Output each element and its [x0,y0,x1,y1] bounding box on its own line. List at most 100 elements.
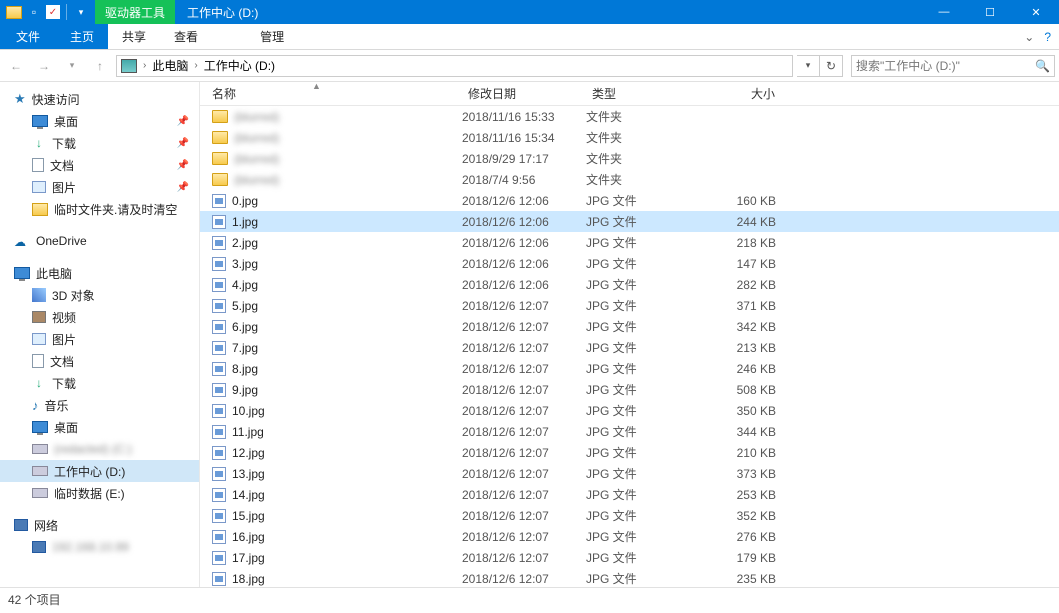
status-count: 42 个项目 [8,591,61,608]
file-size: 350 KB [702,404,782,418]
breadcrumb-current[interactable]: 工作中心 (D:) [204,57,275,74]
qat-checked-icon[interactable]: ✓ [46,5,60,19]
sidebar-item[interactable]: 192.168.10.99 [0,536,199,558]
file-row[interactable]: 0.jpg 2018/12/6 12:06 JPG 文件 160 KB [200,190,1059,211]
sidebar-thispc[interactable]: 此电脑 [0,262,199,284]
search-icon[interactable]: 🔍 [1035,59,1050,73]
context-tab-drive-tools[interactable]: 驱动器工具 [95,0,175,24]
column-headers: ▲ 名称 修改日期 类型 大小 [200,82,1059,106]
sidebar-item[interactable]: 图片📌 [0,176,199,198]
sidebar-item[interactable]: ↓下载 [0,372,199,394]
back-button[interactable]: ← [4,54,28,78]
sidebar-item[interactable]: 工作中心 (D:) [0,460,199,482]
file-date: 2018/12/6 12:07 [462,404,586,418]
tab-view[interactable]: 查看 [160,24,212,49]
file-row[interactable]: 5.jpg 2018/12/6 12:07 JPG 文件 371 KB [200,295,1059,316]
tab-share[interactable]: 共享 [108,24,160,49]
file-type: JPG 文件 [586,297,702,314]
file-name: 9.jpg [232,383,258,397]
sidebar-network[interactable]: 网络 [0,514,199,536]
folder-icon [212,152,228,165]
file-list[interactable]: (blurred) 2018/11/16 15:33 文件夹 (blurred)… [200,106,1059,589]
file-row[interactable]: 12.jpg 2018/12/6 12:07 JPG 文件 210 KB [200,442,1059,463]
sidebar-quick-access[interactable]: ★ 快速访问 [0,88,199,110]
file-row[interactable]: 13.jpg 2018/12/6 12:07 JPG 文件 373 KB [200,463,1059,484]
forward-button[interactable]: → [32,54,56,78]
window-title: 工作中心 (D:) [175,4,270,21]
file-row[interactable]: 8.jpg 2018/12/6 12:07 JPG 文件 246 KB [200,358,1059,379]
sidebar-item[interactable]: 3D 对象 [0,284,199,306]
file-size: 508 KB [702,383,782,397]
sidebar-item-label: 桌面 [54,113,78,130]
file-row[interactable]: 18.jpg 2018/12/6 12:07 JPG 文件 235 KB [200,568,1059,589]
col-header-type[interactable]: 类型 [586,82,702,105]
sidebar-item[interactable]: 文档📌 [0,154,199,176]
pin-icon: 📌 [177,116,189,127]
sidebar-item[interactable]: 桌面 [0,416,199,438]
breadcrumb-thispc[interactable]: 此电脑 [152,57,188,74]
sidebar-item-label: 文档 [50,157,74,174]
qat-dropdown-icon[interactable]: ▾ [73,4,89,20]
file-date: 2018/11/16 15:33 [462,110,586,124]
file-size: 344 KB [702,425,782,439]
maximize-button[interactable]: ☐ [967,0,1013,24]
minimize-button[interactable]: ― [921,0,967,24]
file-name: 18.jpg [232,572,265,586]
tab-manage[interactable]: 管理 [246,24,298,49]
file-date: 2018/12/6 12:07 [462,320,586,334]
file-row[interactable]: (blurred) 2018/9/29 17:17 文件夹 [200,148,1059,169]
sidebar-item[interactable]: ↓下载📌 [0,132,199,154]
file-row[interactable]: 2.jpg 2018/12/6 12:06 JPG 文件 218 KB [200,232,1059,253]
explorer-icon [6,4,22,20]
file-row[interactable]: 17.jpg 2018/12/6 12:07 JPG 文件 179 KB [200,547,1059,568]
file-date: 2018/12/6 12:07 [462,341,586,355]
file-row[interactable]: 7.jpg 2018/12/6 12:07 JPG 文件 213 KB [200,337,1059,358]
up-button[interactable]: ↑ [88,54,112,78]
window-controls: ― ☐ ✕ [921,0,1059,24]
file-row[interactable]: 15.jpg 2018/12/6 12:07 JPG 文件 352 KB [200,505,1059,526]
qat-btn-1[interactable]: ▫ [26,4,42,20]
file-tab[interactable]: 文件 [0,24,56,49]
sidebar-item-label: 临时数据 (E:) [54,485,125,502]
help-icon[interactable]: ? [1044,30,1051,44]
file-row[interactable]: 3.jpg 2018/12/6 12:06 JPG 文件 147 KB [200,253,1059,274]
refresh-button[interactable]: ↻ [820,55,843,77]
sidebar-item[interactable]: 临时文件夹.请及时清空 [0,198,199,220]
file-row[interactable]: 6.jpg 2018/12/6 12:07 JPG 文件 342 KB [200,316,1059,337]
sidebar-item[interactable]: 图片 [0,328,199,350]
search-box[interactable]: 搜索"工作中心 (D:)" 🔍 [851,55,1055,77]
file-row[interactable]: (blurred) 2018/11/16 15:34 文件夹 [200,127,1059,148]
sidebar-item[interactable]: 视频 [0,306,199,328]
file-date: 2018/12/6 12:07 [462,509,586,523]
file-date: 2018/12/6 12:06 [462,194,586,208]
download-icon: ↓ [32,376,46,390]
file-row[interactable]: 9.jpg 2018/12/6 12:07 JPG 文件 508 KB [200,379,1059,400]
file-row[interactable]: 1.jpg 2018/12/6 12:06 JPG 文件 244 KB [200,211,1059,232]
col-header-name[interactable]: 名称 [200,82,462,105]
sidebar-item[interactable]: 桌面 📌 [0,110,199,132]
recent-dropdown-icon[interactable]: ▾ [60,54,84,78]
image-file-icon [212,446,226,460]
address-history-dropdown[interactable]: ▾ [797,55,820,77]
file-row[interactable]: (blurred) 2018/11/16 15:33 文件夹 [200,106,1059,127]
sidebar-item[interactable]: (redacted) (C:) [0,438,199,460]
sidebar-item[interactable]: 临时数据 (E:) [0,482,199,504]
file-row[interactable]: 4.jpg 2018/12/6 12:06 JPG 文件 282 KB [200,274,1059,295]
sidebar-item[interactable]: 文档 [0,350,199,372]
file-row[interactable]: 11.jpg 2018/12/6 12:07 JPG 文件 344 KB [200,421,1059,442]
address-bar[interactable]: › 此电脑 › 工作中心 (D:) [116,55,793,77]
file-row[interactable]: 14.jpg 2018/12/6 12:07 JPG 文件 253 KB [200,484,1059,505]
sidebar-onedrive[interactable]: ☁ OneDrive [0,230,199,252]
file-row[interactable]: (blurred) 2018/7/4 9:56 文件夹 [200,169,1059,190]
file-row[interactable]: 10.jpg 2018/12/6 12:07 JPG 文件 350 KB [200,400,1059,421]
tab-home[interactable]: 主页 [56,24,108,49]
file-type: JPG 文件 [586,276,702,293]
file-row[interactable]: 16.jpg 2018/12/6 12:07 JPG 文件 276 KB [200,526,1059,547]
file-name: (blurred) [234,110,279,124]
sidebar-item-label: 图片 [52,179,76,196]
col-header-date[interactable]: 修改日期 [462,82,586,105]
ribbon-collapse-chevron-icon[interactable]: ⌄ [1024,30,1034,44]
col-header-size[interactable]: 大小 [702,82,782,105]
sidebar-item[interactable]: ♪音乐 [0,394,199,416]
close-button[interactable]: ✕ [1013,0,1059,24]
